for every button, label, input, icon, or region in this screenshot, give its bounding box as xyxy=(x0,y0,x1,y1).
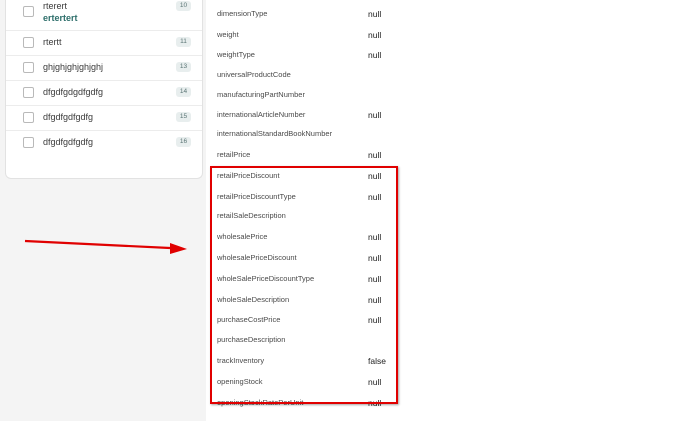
row-checkbox[interactable] xyxy=(23,112,34,123)
property-key: dimensionType xyxy=(217,9,268,18)
property-value: null xyxy=(368,9,382,19)
list-item[interactable]: dfgdfgdgdfgdfg 14 xyxy=(6,80,202,106)
property-row: retailPrice null xyxy=(206,145,690,165)
count-badge: 13 xyxy=(176,62,191,72)
list-item-label: ghjghjghjghjghj xyxy=(43,62,104,72)
property-value: null xyxy=(368,274,382,284)
property-key: internationalArticleNumber xyxy=(217,110,306,119)
row-checkbox[interactable] xyxy=(23,87,34,98)
list-item-label: dfgdfgdfgdfg xyxy=(43,112,94,122)
row-checkbox[interactable] xyxy=(23,37,34,48)
property-key: trackInventory xyxy=(217,356,265,365)
property-row: manufacturingPartNumber xyxy=(206,85,690,105)
property-value: null xyxy=(368,232,382,242)
count-badge: 15 xyxy=(176,112,191,122)
count-badge: 14 xyxy=(176,87,191,97)
property-row: retailSaleDescription xyxy=(206,206,690,226)
property-row: wholesalePriceDiscount null xyxy=(206,248,690,268)
list-item-label: dfgdfgdgdfgdfg xyxy=(43,87,104,97)
item-list-card: rterert ertertert 10 rtertt 11 ghjghjghj… xyxy=(5,0,203,179)
property-row: internationalArticleNumber null xyxy=(206,105,690,125)
property-value: false xyxy=(368,356,386,366)
property-key: retailPrice xyxy=(217,150,251,159)
property-value: null xyxy=(368,171,382,181)
property-row: dimensionType null xyxy=(206,4,690,24)
list-item[interactable]: rtertt 11 xyxy=(6,30,202,56)
property-row: purchaseDescription xyxy=(206,330,690,350)
row-checkbox[interactable] xyxy=(23,62,34,73)
property-key: wholeSalePriceDiscountType xyxy=(217,274,315,283)
property-row: weight null xyxy=(206,25,690,45)
row-checkbox[interactable] xyxy=(23,6,34,17)
list-item-label: dfgdfgdfgdfg xyxy=(43,137,94,147)
arrow-head xyxy=(170,243,187,254)
property-row: weightType null xyxy=(206,45,690,65)
property-value: null xyxy=(368,192,382,202)
property-value: null xyxy=(368,150,382,160)
property-key: retailPriceDiscountType xyxy=(217,192,296,201)
list-item[interactable]: ghjghjghjghjghj 13 xyxy=(6,55,202,81)
list-item-sublabel: ertertert xyxy=(43,13,78,23)
property-key: purchaseCostPrice xyxy=(217,315,281,324)
property-key: openingStock xyxy=(217,377,263,386)
property-key: wholeSaleDescription xyxy=(217,295,290,304)
property-row: openingStockRatePerUnit null xyxy=(206,393,690,413)
property-row: wholeSaleDescription null xyxy=(206,290,690,310)
count-badge: 11 xyxy=(176,37,191,47)
property-key: weightType xyxy=(217,50,255,59)
arrow-shaft xyxy=(24,239,171,250)
property-value: null xyxy=(368,253,382,263)
property-value: null xyxy=(368,315,382,325)
property-key: manufacturingPartNumber xyxy=(217,90,305,99)
property-row: purchaseCostPrice null xyxy=(206,310,690,330)
property-row: trackInventory false xyxy=(206,351,690,371)
property-table: dimensionType null weight null weightType n… xyxy=(206,0,690,421)
property-row: wholeSalePriceDiscountType null xyxy=(206,269,690,289)
property-key: weight xyxy=(217,30,239,39)
property-key: wholesalePrice xyxy=(217,232,268,241)
row-checkbox[interactable] xyxy=(23,137,34,148)
property-row: wholesalePrice null xyxy=(206,227,690,247)
property-value: null xyxy=(368,377,382,387)
property-key: universalProductCode xyxy=(217,70,291,79)
property-row: openingStock null xyxy=(206,372,690,392)
count-badge: 16 xyxy=(176,137,191,147)
list-item[interactable]: rterert ertertert 10 xyxy=(6,0,202,31)
list-item[interactable]: dfgdfgdfgdfg 16 xyxy=(6,130,202,155)
property-key: wholesalePriceDiscount xyxy=(217,253,297,262)
property-row: universalProductCode xyxy=(206,65,690,85)
property-value: null xyxy=(368,295,382,305)
list-item-label: rtertt xyxy=(43,37,62,47)
property-value: null xyxy=(368,50,382,60)
property-value: null xyxy=(368,398,382,408)
list-item[interactable]: dfgdfgdfgdfg 15 xyxy=(6,105,202,131)
property-row: retailPriceDiscount null xyxy=(206,166,690,186)
property-row: retailPriceDiscountType null xyxy=(206,187,690,207)
property-key: internationalStandardBookNumber xyxy=(217,129,333,138)
property-key: retailSaleDescription xyxy=(217,211,286,220)
count-badge: 10 xyxy=(176,1,191,11)
property-key: purchaseDescription xyxy=(217,335,286,344)
property-key: openingStockRatePerUnit xyxy=(217,398,304,407)
list-item-label: rterert xyxy=(43,1,68,11)
property-value: null xyxy=(368,110,382,120)
property-key: retailPriceDiscount xyxy=(217,171,280,180)
property-value: null xyxy=(368,30,382,40)
property-row: internationalStandardBookNumber xyxy=(206,124,690,144)
